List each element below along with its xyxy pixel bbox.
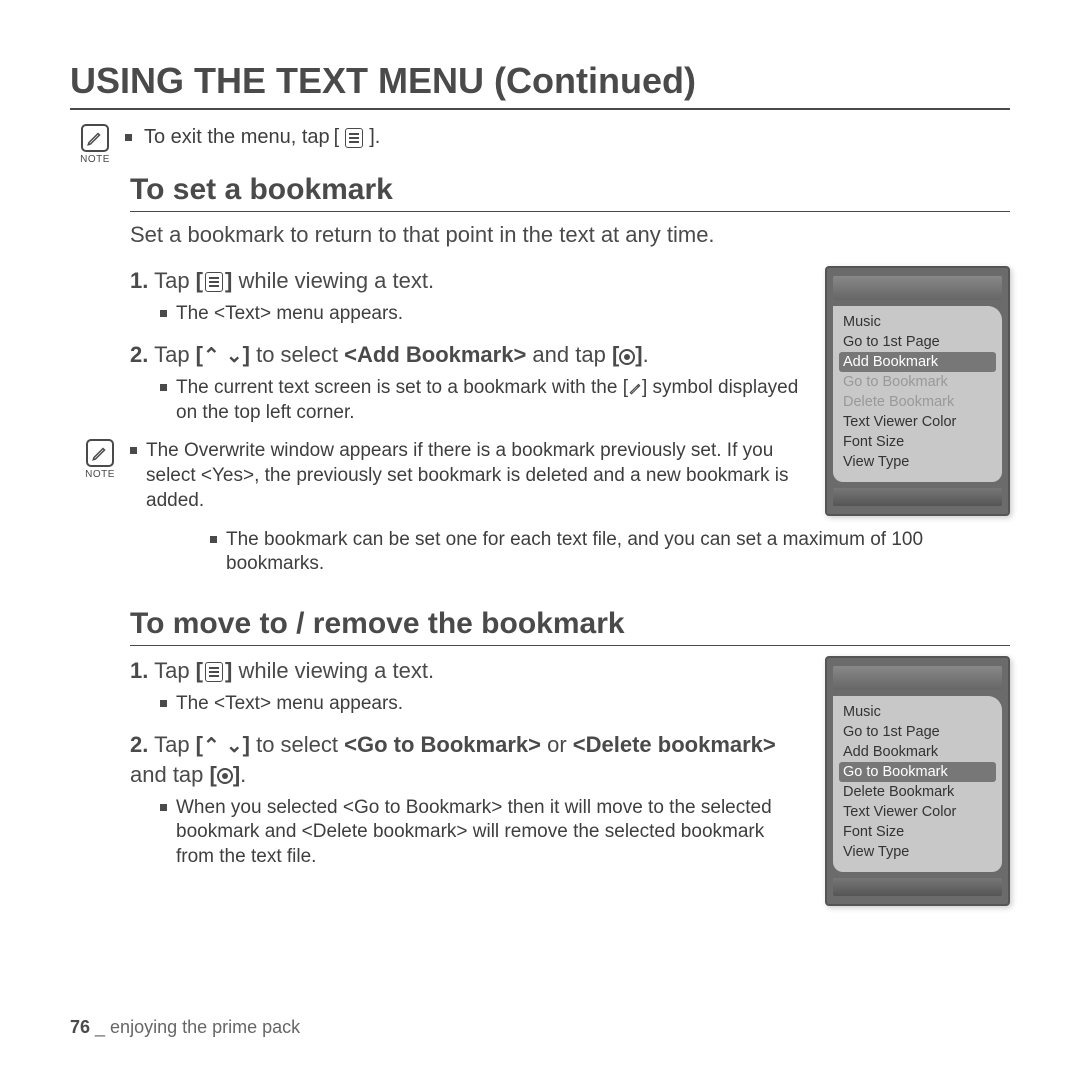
step-2-sub: When you selected <Go to Bookmark> then … (160, 796, 805, 870)
note-badge: NOTE (75, 124, 115, 165)
menu-item: Music (833, 702, 1002, 722)
device-mockup-b: MusicGo to 1st PageAdd BookmarkGo to Boo… (825, 656, 1010, 906)
menu-item: Font Size (833, 432, 1002, 452)
select-icon (217, 768, 233, 784)
note-group: NOTE The Overwrite window appears if the… (130, 439, 805, 527)
section-set-bookmark: To set a bookmark Set a bookmark to retu… (130, 173, 1010, 577)
page-title: USING THE TEXT MENU (Continued) (70, 60, 1010, 110)
section-intro: Set a bookmark to return to that point i… (130, 222, 1010, 248)
menu-item: Text Viewer Color (833, 802, 1002, 822)
section-heading: To move to / remove the bookmark (130, 607, 1010, 646)
menu-item: Go to Bookmark (833, 372, 1002, 392)
bullet-icon (125, 134, 132, 141)
step-1-sub: The <Text> menu appears. (160, 302, 805, 327)
step-2-sub-a: The current text screen is set to a book… (160, 376, 805, 425)
exit-text: To exit the menu, tap (144, 126, 330, 149)
menu-item: Add Bookmark (839, 352, 996, 372)
step-2: 2. Tap [⌃ ⌄] to select <Add Bookmark> an… (130, 340, 805, 370)
menu-item: Go to Bookmark (839, 762, 996, 782)
menu-item: View Type (833, 452, 1002, 472)
menu-item: Go to 1st Page (833, 722, 1002, 742)
device-mockup-a: MusicGo to 1st PageAdd BookmarkGo to Boo… (825, 266, 1010, 516)
page-footer: 76 _ enjoying the prime pack (70, 1017, 300, 1038)
menu-button-icon (205, 662, 223, 682)
menu-item: Delete Bookmark (833, 392, 1002, 412)
note-sub-1: The Overwrite window appears if there is… (130, 439, 805, 513)
note-icon (86, 439, 114, 467)
bracket: ]. (369, 126, 380, 149)
menu-item: Text Viewer Color (833, 412, 1002, 432)
step-1-sub: The <Text> menu appears. (160, 692, 805, 717)
note-label: NOTE (80, 154, 110, 165)
select-icon (619, 349, 635, 365)
bookmark-symbol-icon (628, 381, 642, 395)
menu-item: View Type (833, 842, 1002, 862)
page-number: 76 (70, 1017, 90, 1037)
exit-note-text: To exit the menu, tap [ ]. (125, 124, 380, 149)
menu-item: Go to 1st Page (833, 332, 1002, 352)
step-1: 1. Tap [] while viewing a text. (130, 266, 805, 296)
menu-button-icon (345, 128, 363, 148)
menu-item: Add Bookmark (833, 742, 1002, 762)
menu-button-icon (205, 272, 223, 292)
step-2: 2. Tap [⌃ ⌄] to select <Go to Bookmark> … (130, 730, 805, 789)
step-1: 1. Tap [] while viewing a text. (130, 656, 805, 686)
note-sub-2: The bookmark can be set one for each tex… (210, 528, 1010, 577)
exit-note-row: NOTE To exit the menu, tap [ ]. (75, 124, 1010, 165)
note-icon (81, 124, 109, 152)
menu-item: Font Size (833, 822, 1002, 842)
footer-chapter: enjoying the prime pack (110, 1017, 300, 1037)
section-move-remove: To move to / remove the bookmark 1. Tap … (130, 607, 1010, 906)
bracket: [ (334, 126, 340, 149)
section-heading: To set a bookmark (130, 173, 1010, 212)
note-badge: NOTE (80, 439, 120, 480)
menu-item: Delete Bookmark (833, 782, 1002, 802)
note-label: NOTE (85, 469, 115, 480)
menu-item: Music (833, 312, 1002, 332)
